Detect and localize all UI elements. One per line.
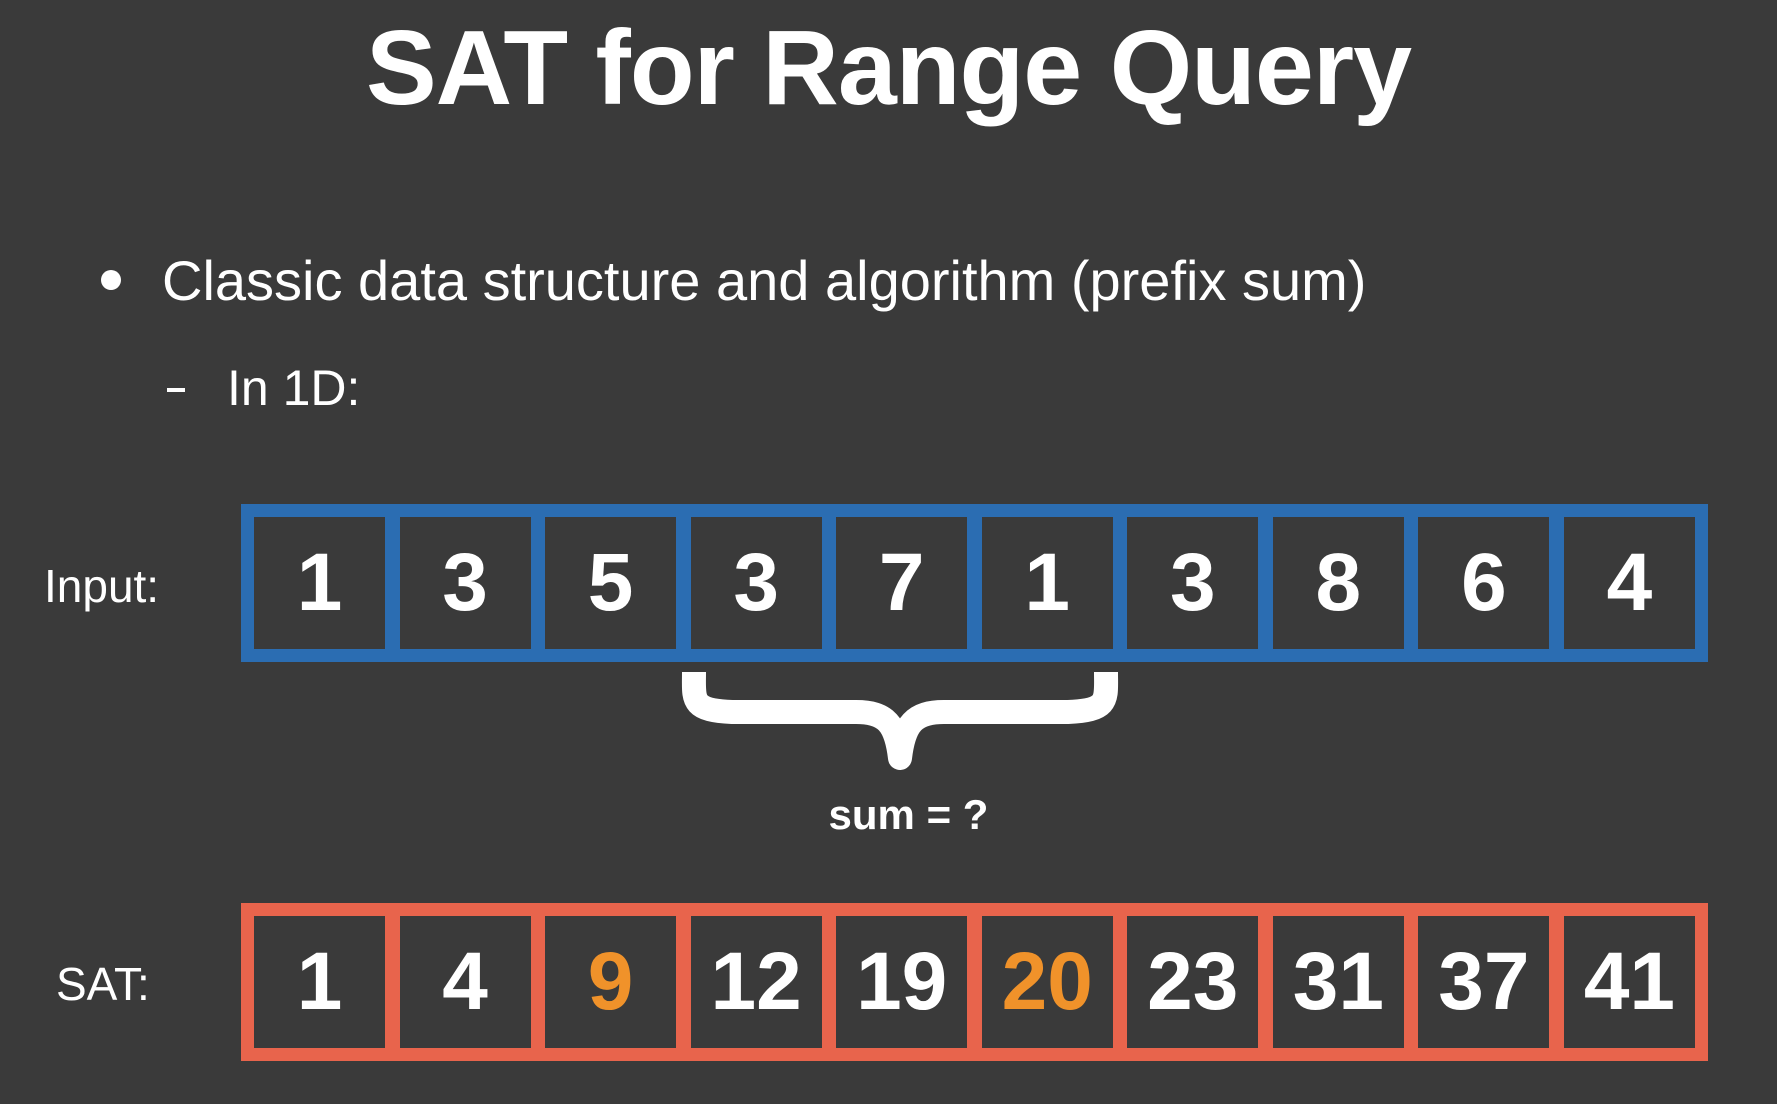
- input-cell: 3: [399, 517, 531, 649]
- bullet-dot-icon: [101, 270, 121, 290]
- input-row-label: Input:: [44, 560, 160, 612]
- sat-cell: 37: [1418, 916, 1550, 1048]
- dash-icon: [167, 388, 185, 392]
- sat-cell: 12: [690, 916, 822, 1048]
- sub-bullet-text: In 1D:: [227, 360, 361, 416]
- curly-brace-icon: [681, 672, 1119, 770]
- sat-cell: 1: [254, 916, 385, 1048]
- sat-row-label: SAT:: [56, 958, 150, 1010]
- input-cell: 3: [690, 517, 822, 649]
- input-cell: 5: [545, 517, 677, 649]
- sat-cell-highlighted: 9: [545, 916, 677, 1048]
- sum-label: sum = ?: [828, 791, 989, 838]
- input-cell: 7: [836, 517, 968, 649]
- sat-array: 1 4 9 12 19 20 23 31 37 41: [241, 903, 1708, 1061]
- slide-title: SAT for Range Query: [365, 9, 1412, 127]
- input-cell: 1: [981, 517, 1113, 649]
- input-cell: 1: [254, 517, 385, 649]
- sat-cell: 19: [836, 916, 968, 1048]
- sat-cell: 23: [1127, 916, 1259, 1048]
- sat-cell: 41: [1563, 916, 1695, 1048]
- input-cell: 4: [1563, 517, 1695, 649]
- input-array: 1 3 5 3 7 1 3 8 6 4: [241, 504, 1708, 662]
- sat-cell: 4: [399, 916, 531, 1048]
- input-cell: 6: [1418, 517, 1550, 649]
- input-cell: 3: [1127, 517, 1259, 649]
- sat-cell-highlighted: 20: [981, 916, 1113, 1048]
- sat-cell: 31: [1272, 916, 1404, 1048]
- input-cell: 8: [1272, 517, 1404, 649]
- bullet-text: Classic data structure and algorithm (pr…: [162, 249, 1367, 312]
